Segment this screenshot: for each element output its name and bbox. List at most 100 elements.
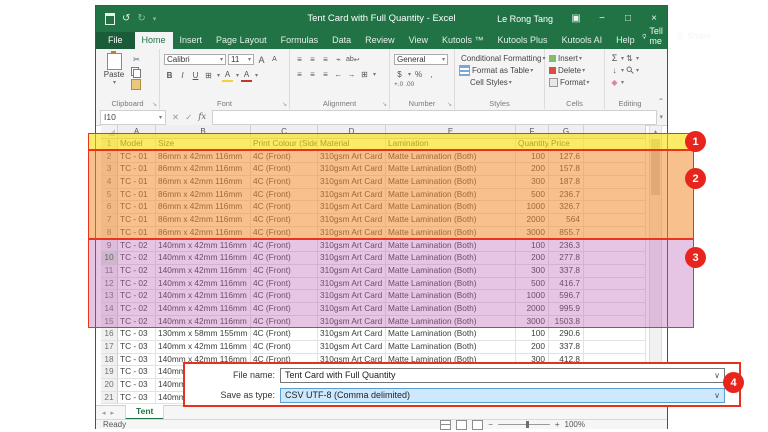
cell[interactable]: 86mm x 42mm 116mm [156, 227, 251, 240]
select-all-corner[interactable] [101, 125, 118, 139]
fill-button[interactable]: ↓ [609, 65, 620, 76]
cell[interactable]: 157.8 [549, 163, 584, 176]
cell[interactable]: TC - 02 [118, 265, 156, 278]
ribbon-tab-data[interactable]: Data [325, 32, 358, 49]
cell[interactable]: 310gsm Art Card [318, 214, 386, 227]
ribbon-tab-kutools[interactable]: Kutools ™ [435, 32, 491, 49]
row-number[interactable]: 2 [101, 151, 118, 164]
cell[interactable]: 130mm x 58mm 155mm [156, 328, 251, 341]
page-layout-view-icon[interactable] [456, 420, 467, 430]
cell[interactable]: 187.8 [549, 176, 584, 189]
insert-function-icon[interactable]: fx [198, 112, 206, 122]
minimize-button[interactable]: − [589, 6, 615, 31]
shrink-font-button[interactable]: A [269, 54, 280, 65]
cell[interactable]: 4C (Front) [251, 303, 318, 316]
row-number[interactable]: 18 [101, 354, 118, 367]
cell[interactable]: 127.6 [549, 151, 584, 164]
percent-style-button[interactable]: % [413, 69, 424, 80]
cell[interactable]: 140mm x 42mm 116mm [156, 265, 251, 278]
cell[interactable]: 1000 [516, 201, 549, 214]
cell[interactable]: 855.7 [549, 227, 584, 240]
autosum-button[interactable]: Σ [609, 53, 620, 64]
cell[interactable]: TC - 03 [118, 366, 156, 379]
column-header-C[interactable]: C [251, 125, 318, 139]
cell[interactable]: 4C (Front) [251, 227, 318, 240]
cell[interactable] [584, 278, 646, 291]
align-left-icon[interactable]: ≡ [294, 69, 305, 80]
cell[interactable]: 86mm x 42mm 116mm [156, 163, 251, 176]
number-format-combo[interactable]: General▾ [394, 54, 448, 65]
decrease-indent-icon[interactable]: ← [333, 69, 344, 80]
cell[interactable]: Matte Lamination (Both) [386, 265, 516, 278]
file-name-input[interactable]: Tent Card with Full Quantity ∨ [280, 368, 725, 383]
cell[interactable]: 100 [516, 240, 549, 253]
qat-customize-icon[interactable]: ▾ [153, 15, 157, 23]
cell[interactable]: 4C (Front) [251, 252, 318, 265]
font-name-combo[interactable]: Calibri▾ [164, 54, 226, 65]
cell[interactable]: 1000 [516, 290, 549, 303]
paste-button[interactable]: Paste ▾ [100, 52, 128, 90]
row-number[interactable]: 10 [101, 252, 118, 265]
cell[interactable]: 4C (Front) [251, 151, 318, 164]
share-button[interactable]: Share [676, 31, 711, 41]
cell[interactable]: 140mm x 42mm 116mm [156, 252, 251, 265]
cell[interactable]: 140mm x 42mm 116mm [156, 316, 251, 329]
bold-button[interactable]: B [164, 70, 175, 81]
ribbon-tab-help[interactable]: Help [609, 32, 642, 49]
clipboard-dialog-launcher-icon[interactable]: ↘ [152, 101, 157, 108]
cell[interactable]: 310gsm Art Card [318, 290, 386, 303]
align-bottom-icon[interactable]: ≡ [320, 54, 331, 65]
row-number[interactable]: 19 [101, 366, 118, 379]
cell[interactable]: 4C (Front) [251, 265, 318, 278]
increase-decimal-button[interactable]: +.0 [394, 81, 403, 88]
cell[interactable]: TC - 01 [118, 227, 156, 240]
cell[interactable]: TC - 03 [118, 392, 156, 405]
cell[interactable]: TC - 01 [118, 214, 156, 227]
column-header-B[interactable]: B [156, 125, 251, 139]
cell[interactable]: 236.3 [549, 240, 584, 253]
zoom-in-button[interactable]: + [555, 420, 560, 429]
save-as-type-select[interactable]: CSV UTF-8 (Comma delimited) ∨ [280, 388, 725, 403]
cell[interactable]: Matte Lamination (Both) [386, 163, 516, 176]
cell[interactable] [584, 328, 646, 341]
cell[interactable]: 4C (Front) [251, 176, 318, 189]
row-number[interactable]: 11 [101, 265, 118, 278]
row-number[interactable]: 5 [101, 189, 118, 202]
cell[interactable]: Matte Lamination (Both) [386, 201, 516, 214]
cut-button[interactable]: ✂ [131, 54, 142, 65]
cell[interactable]: Matte Lamination (Both) [386, 151, 516, 164]
cell[interactable]: 4C (Front) [251, 290, 318, 303]
accounting-format-button[interactable]: $ [394, 69, 405, 80]
comma-style-button[interactable]: , [426, 69, 437, 80]
scroll-up-icon[interactable]: ▴ [654, 126, 657, 138]
cell[interactable]: Matte Lamination (Both) [386, 240, 516, 253]
align-middle-icon[interactable]: ≡ [307, 54, 318, 65]
cell[interactable]: Matte Lamination (Both) [386, 214, 516, 227]
cell[interactable] [584, 252, 646, 265]
cell-styles-button[interactable]: Cell Styles▾ [459, 76, 541, 88]
cell[interactable]: 995.9 [549, 303, 584, 316]
maximize-button[interactable]: □ [615, 6, 641, 31]
row-number[interactable]: 16 [101, 328, 118, 341]
cell[interactable] [584, 265, 646, 278]
cell[interactable]: 310gsm Art Card [318, 163, 386, 176]
italic-button[interactable]: I [177, 70, 188, 81]
increase-indent-icon[interactable]: → [346, 69, 357, 80]
zoom-slider[interactable] [498, 424, 550, 425]
cell[interactable]: 100 [516, 328, 549, 341]
borders-button[interactable]: ⊞ [203, 70, 214, 81]
cell[interactable] [584, 176, 646, 189]
ribbon-display-options-icon[interactable]: ▣ [563, 6, 589, 31]
cell[interactable]: Material [318, 138, 386, 151]
undo-icon[interactable]: ↺ [122, 13, 130, 24]
cell[interactable]: TC - 02 [118, 278, 156, 291]
cell[interactable]: 326.7 [549, 201, 584, 214]
sheet-tab[interactable]: Tent [125, 405, 164, 420]
align-top-icon[interactable]: ≡ [294, 54, 305, 65]
save-as-type-dropdown-icon[interactable]: ∨ [714, 391, 720, 400]
ribbon-tab-kutools-plus[interactable]: Kutools Plus [491, 32, 555, 49]
row-number[interactable]: 15 [101, 316, 118, 329]
column-header-D[interactable]: D [318, 125, 386, 139]
cell[interactable]: Size [156, 138, 251, 151]
format-cells-button[interactable]: Format▾ [549, 76, 601, 88]
